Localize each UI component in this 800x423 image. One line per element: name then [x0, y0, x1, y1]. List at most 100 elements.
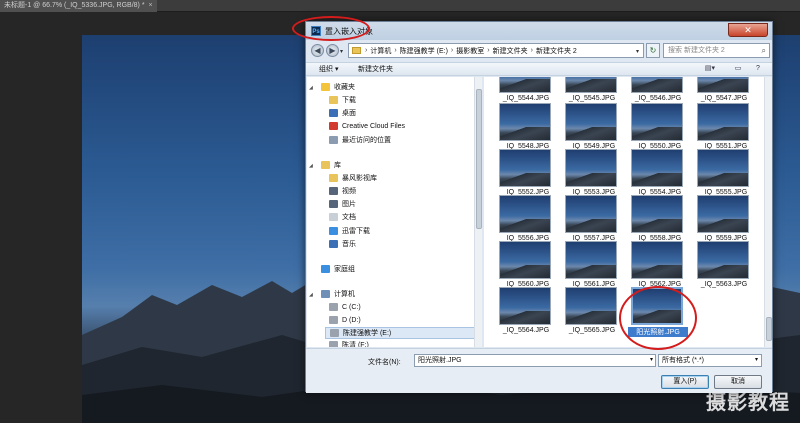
photo-thumbnail — [697, 195, 749, 233]
search-input[interactable]: 搜索 新建文件夹 2 ⌕ — [663, 43, 770, 58]
filename-value: 阳光照射.JPG — [418, 357, 462, 364]
refresh-icon[interactable]: ↻ — [646, 43, 660, 58]
nav-item-label: 库 — [334, 162, 341, 169]
chevron-down-icon[interactable]: ▾ — [755, 355, 758, 366]
photo-thumbnail — [631, 195, 683, 233]
nav-item-label: 最近访问的位置 — [342, 137, 391, 144]
preview-pane-icon[interactable]: ▭ — [732, 64, 744, 74]
nav-item-17[interactable]: 陈建强教学 (E:) — [325, 327, 481, 339]
nav-item-5[interactable]: 最近访问的位置 — [325, 135, 481, 147]
nav-item-6[interactable]: 库 ◢ — [309, 160, 481, 172]
breadcrumb-item[interactable]: 陈建强教学 (E:) — [400, 46, 448, 56]
search-icon[interactable]: ⌕ — [762, 44, 766, 57]
homegroup-icon — [321, 265, 330, 274]
nav-item-label: 文档 — [342, 214, 356, 221]
photo-thumbnail — [565, 195, 617, 233]
view-options-icon[interactable]: ▤▾ — [704, 64, 716, 74]
nav-item-label: 陈建强教学 (E:) — [343, 330, 392, 337]
library-icon — [321, 161, 330, 170]
folder-icon — [352, 47, 361, 54]
breadcrumb-item[interactable]: 摄影教室 — [456, 46, 484, 56]
dialog-titlebar[interactable]: Ps 置入嵌入对象 ✕ — [306, 22, 772, 40]
nav-item-18[interactable]: 陈清 (F:) — [325, 340, 481, 347]
nav-item-12[interactable]: 音乐 — [325, 239, 481, 251]
document-tab[interactable]: 未标题-1 @ 66.7% (_IQ_5336.JPG, RGB/8) * × — [0, 0, 157, 12]
filename-field[interactable]: 阳光照射.JPG ▾ — [414, 354, 656, 367]
nav-item-7[interactable]: 暴风影视库 — [325, 173, 481, 185]
nav-item-3[interactable]: 桌面 — [325, 108, 481, 120]
file-thumbnail-selected[interactable]: 阳光照射.JPG — [628, 287, 688, 347]
scrollbar-thumb[interactable] — [476, 89, 482, 229]
place-button[interactable]: 置入(P) — [661, 375, 709, 389]
document-tab-bar: 未标题-1 @ 66.7% (_IQ_5336.JPG, RGB/8) * × — [0, 0, 800, 12]
nav-item-13[interactable]: 家庭组 — [317, 264, 481, 276]
photoshop-logo-icon: Ps — [311, 26, 321, 36]
expand-arrow-icon[interactable]: ◢ — [309, 82, 313, 94]
place-embedded-dialog: Ps 置入嵌入对象 ✕ ◀ ▶ ▾ › 计算机 › 陈建强教学 (E:) › 摄… — [305, 21, 773, 393]
photo-thumbnail — [565, 241, 617, 279]
nav-item-label: 陈清 (F:) — [342, 342, 369, 347]
file-name: 阳光照射.JPG — [628, 327, 688, 337]
nav-item-label: D (D:) — [342, 317, 361, 324]
back-arrow-icon[interactable]: ◀ — [311, 44, 324, 57]
photo-thumbnail — [697, 241, 749, 279]
address-dropdown-icon[interactable]: ▾ — [636, 48, 639, 55]
scrollbar-thumb[interactable] — [766, 317, 772, 341]
filetype-select[interactable]: 所有格式 (*.*) ▾ — [658, 354, 762, 367]
expand-arrow-icon[interactable]: ◢ — [309, 289, 313, 301]
filetype-value: 所有格式 (*.*) — [662, 357, 704, 364]
photo-thumbnail — [631, 241, 683, 279]
nav-item-label: 暴风影视库 — [342, 175, 377, 182]
search-placeholder: 搜索 新建文件夹 2 — [668, 47, 725, 54]
cancel-button[interactable]: 取消 — [714, 375, 762, 389]
help-icon[interactable]: ? — [752, 64, 764, 74]
music-icon — [329, 240, 338, 249]
navigation-scrollbar[interactable] — [474, 77, 482, 347]
nav-item-15[interactable]: C (C:) — [325, 302, 481, 314]
drive-f-icon — [329, 341, 338, 347]
file-name: _IQ_5563.JPG — [700, 281, 748, 288]
creative-cloud-icon — [329, 122, 338, 131]
video-library-icon — [329, 174, 338, 183]
new-folder-button[interactable]: 新建文件夹 — [358, 63, 393, 76]
nav-item-9[interactable]: 图片 — [325, 199, 481, 211]
file-name: _IQ_5546.JPG — [634, 95, 682, 102]
photo-thumbnail — [565, 103, 617, 141]
nav-item-8[interactable]: 视频 — [325, 186, 481, 198]
file-name: _IQ_5565.JPG — [568, 327, 616, 334]
breadcrumb-item[interactable]: 新建文件夹 2 — [536, 46, 577, 56]
nav-item-11[interactable]: 迅雷下载 — [325, 226, 481, 238]
address-breadcrumb[interactable]: › 计算机 › 陈建强教学 (E:) › 摄影教室 › 新建文件夹 › 新建文件… — [348, 43, 644, 58]
thunder-download-icon — [329, 227, 338, 236]
file-list-scrollbar[interactable] — [764, 77, 772, 347]
history-dropdown-icon[interactable]: ▾ — [340, 48, 343, 55]
chevron-down-icon[interactable]: ▾ — [650, 355, 653, 366]
nav-item-label: 迅雷下载 — [342, 228, 370, 235]
nav-item-4[interactable]: Creative Cloud Files — [325, 121, 481, 133]
nav-item-14[interactable]: 计算机 ◢ — [309, 289, 481, 301]
tab-close-icon[interactable]: × — [149, 0, 153, 12]
file-name: _IQ_5547.JPG — [700, 95, 748, 102]
nav-item-label: 收藏夹 — [334, 84, 355, 91]
drive-d-icon — [329, 316, 338, 325]
drive-e-icon — [330, 329, 339, 338]
breadcrumb-item[interactable]: 计算机 — [370, 46, 391, 56]
photo-thumbnail — [697, 103, 749, 141]
file-thumbnail[interactable]: _IQ_5563.JPG — [694, 241, 754, 305]
breadcrumb-item[interactable]: 新建文件夹 — [493, 46, 528, 56]
forward-arrow-icon[interactable]: ▶ — [326, 44, 339, 57]
nav-item-2[interactable]: 下载 — [325, 95, 481, 107]
nav-item-16[interactable]: D (D:) — [325, 315, 481, 327]
nav-item-1[interactable]: 收藏夹 ◢ — [309, 82, 481, 94]
file-name: _IQ_5545.JPG — [568, 95, 616, 102]
nav-item-label: C (C:) — [342, 304, 361, 311]
file-thumbnail[interactable]: _IQ_5564.JPG — [496, 287, 556, 347]
organize-menu[interactable]: 组织 ▾ — [319, 63, 338, 76]
dialog-close-button[interactable]: ✕ — [728, 23, 768, 37]
nav-item-10[interactable]: 文档 — [325, 212, 481, 224]
expand-arrow-icon[interactable]: ◢ — [309, 160, 313, 172]
file-thumbnail[interactable]: _IQ_5565.JPG — [562, 287, 622, 347]
nav-item-label: Creative Cloud Files — [342, 123, 406, 130]
photo-thumbnail — [499, 77, 551, 93]
nav-item-label: 下载 — [342, 97, 356, 104]
